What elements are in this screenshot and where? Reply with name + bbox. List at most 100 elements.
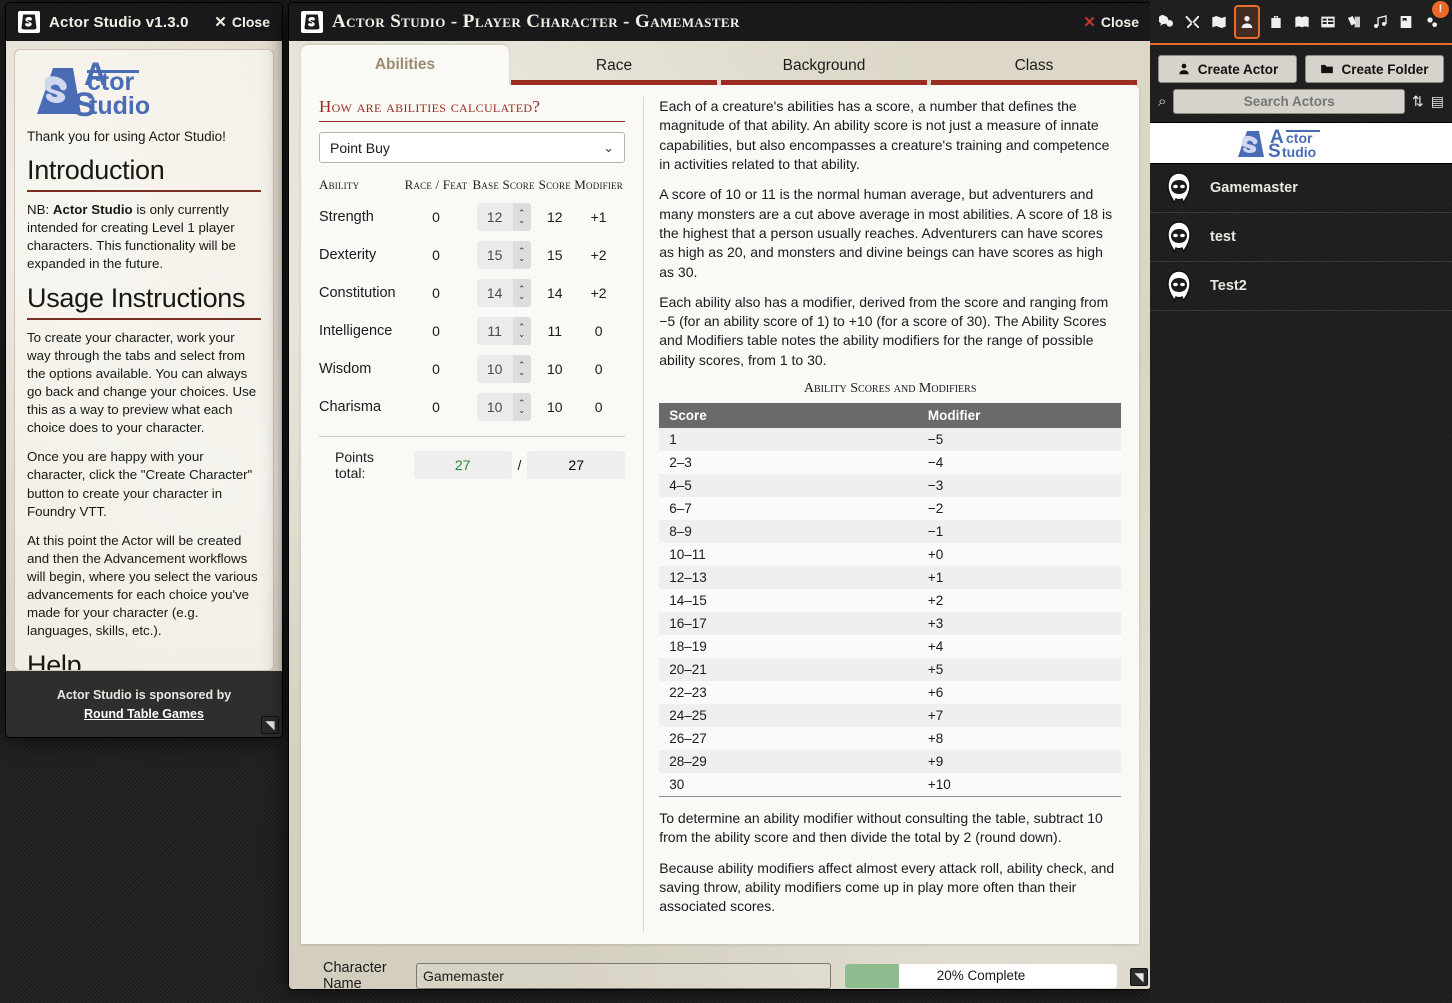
base-score-stepper[interactable]: 10 ⌃ ⌄ (476, 393, 531, 421)
sponsor-link[interactable]: Round Table Games (84, 707, 204, 721)
abilities-panel: How are abilities calculated? Point Buy … (301, 85, 1139, 944)
table-row: 24–25 +7 (659, 704, 1121, 728)
base-score-cell: 10 ⌃ ⌄ (470, 388, 537, 426)
base-score-stepper[interactable]: 15 ⌃ ⌄ (476, 241, 531, 269)
help-window-footer: Actor Studio is sponsored by Round Table… (6, 671, 282, 737)
sidebar-tab-actors-icon[interactable] (1234, 4, 1260, 39)
ability-name: Dexterity (319, 247, 377, 263)
sidebar-tab-scenes-icon[interactable] (1208, 7, 1229, 37)
description-paragraph: Because ability modifiers affect almost … (659, 859, 1115, 915)
actor-studio-wordmark-logo: ctor A tudio S (29, 62, 261, 118)
table-row: 28–29 +9 (659, 750, 1121, 774)
modifier: +5 (927, 662, 944, 678)
stepper-arrows-icon[interactable]: ⌃ ⌄ (512, 203, 531, 231)
actor-studio-help-window: Actor Studio v1.3.0 ✕ Close ctor A tudio… (5, 2, 283, 738)
score-range: 10–11 (669, 547, 706, 563)
sidebar-tab-items-icon[interactable] (1265, 7, 1286, 37)
modifier: +6 (927, 685, 944, 701)
base-score-stepper[interactable]: 14 ⌃ ⌄ (476, 279, 531, 307)
actor-list-item[interactable]: Gamemaster (1150, 164, 1452, 213)
help-window-close-button[interactable]: ✕ Close (214, 14, 270, 30)
folder-icon (1321, 64, 1334, 74)
score-range: 6–7 (669, 501, 692, 517)
base-score-stepper[interactable]: 10 ⌃ ⌄ (476, 355, 531, 383)
points-total-label: Points total: (335, 449, 374, 481)
base-score-cell: 15 ⌃ ⌄ (470, 236, 537, 274)
sidebar-tab-tables-icon[interactable] (1317, 7, 1338, 37)
actor-studio-banner[interactable]: A ctor S tudio (1150, 122, 1452, 164)
svg-text:S: S (73, 86, 96, 118)
how-abilities-calculated-link[interactable]: How are abilities calculated? (319, 97, 625, 122)
ability-name: Wisdom (319, 361, 372, 377)
tab-background[interactable]: Background (719, 57, 929, 85)
tab-class[interactable]: Class (929, 57, 1139, 85)
tab-abilities[interactable]: Abilities (301, 45, 509, 85)
base-score-value: 11 (487, 323, 502, 339)
folder-tree-icon[interactable]: ▤ (1431, 93, 1444, 110)
sidebar-tab-settings-icon[interactable]: ! (1421, 0, 1449, 37)
stepper-arrows-icon[interactable]: ⌃ ⌄ (512, 355, 531, 383)
create-actor-label: Create Actor (1197, 61, 1279, 77)
modifier: +2 (927, 593, 944, 609)
create-folder-button[interactable]: Create Folder (1305, 55, 1444, 83)
score-range: 22–23 (669, 685, 707, 701)
modifier: −5 (927, 432, 944, 448)
base-score-stepper[interactable]: 11 ⌃ ⌄ (476, 317, 531, 345)
sidebar-tab-journal-icon[interactable] (1291, 7, 1312, 37)
base-score-stepper[interactable]: 12 ⌃ ⌄ (476, 203, 531, 231)
create-actor-button[interactable]: Create Actor (1158, 55, 1297, 83)
sidebar-tab-chat-icon[interactable] (1156, 7, 1177, 37)
actors-directory: Create Actor Create Folder ⌕ ⇅ ▤ A ctor … (1150, 45, 1452, 1003)
stepper-arrows-icon[interactable]: ⌃ ⌄ (512, 241, 531, 269)
sidebar-collapse-icon[interactable] (1447, 7, 1452, 37)
modifier: −2 (927, 501, 944, 517)
table-row: 4–5 −3 (659, 474, 1121, 498)
base-score-value: 12 (486, 209, 503, 225)
sidebar-tab-cards-icon[interactable] (1343, 7, 1364, 37)
actor-list-item[interactable]: Test2 (1150, 262, 1452, 311)
modifier: +1 (927, 570, 944, 586)
studio-close-button[interactable]: ✕ Close (1083, 14, 1139, 30)
stepper-arrows-icon[interactable]: ⌃ ⌄ (512, 393, 531, 421)
studio-resize-handle[interactable]: ◥ (1130, 968, 1148, 986)
base-score-value: 10 (486, 361, 503, 377)
ability-name: Charisma (319, 399, 382, 415)
table-row: Constitution 0 14 ⌃ ⌄ 14 +2 (319, 274, 625, 312)
table-row: 1 −5 (659, 428, 1121, 452)
ability-scores-modifiers-table: Score Modifier 1 −5 2–3 −4 4–5 −3 6–7 −2 8–9… (659, 403, 1121, 798)
character-name-label: Character Name (323, 959, 387, 990)
studio-titlebar[interactable]: Actor Studio - Player Character - Gamema… (289, 3, 1151, 41)
roll-method-select[interactable]: Point Buy ⌄ (319, 132, 625, 163)
roll-method-value: Point Buy (330, 139, 390, 156)
table-row: 18–19 +4 (659, 635, 1121, 659)
sidebar-tab-combat-icon[interactable] (1182, 7, 1203, 37)
base-score-cell: 10 ⌃ ⌄ (470, 350, 537, 388)
modifier: +10 (917, 773, 1121, 798)
score-range: 12–13 (669, 570, 707, 586)
col-score: Score (538, 177, 571, 192)
actor-list-item[interactable]: test (1150, 213, 1452, 262)
studio-dialog-title: Actor Studio - Player Character - Gamema… (332, 11, 740, 32)
score-range: 8–9 (669, 524, 692, 540)
help-window-titlebar[interactable]: Actor Studio v1.3.0 ✕ Close (6, 3, 282, 41)
stepper-arrows-icon[interactable]: ⌃ ⌄ (512, 317, 531, 345)
tab-race[interactable]: Race (509, 57, 719, 85)
tab-underline (721, 80, 927, 85)
actor-name: Test2 (1210, 278, 1247, 294)
sponsor-text: Actor Studio is sponsored by (56, 687, 232, 702)
progress-fill (845, 963, 900, 988)
sidebar-tab-playlists-icon[interactable] (1369, 7, 1390, 37)
search-actors-input[interactable] (1173, 89, 1406, 114)
sort-alpha-icon[interactable]: ⇅ (1412, 93, 1424, 110)
base-score-cell: 14 ⌃ ⌄ (470, 274, 537, 312)
sidebar-tab-compendium-icon[interactable] (1395, 7, 1416, 37)
chevron-down-icon: ⌄ (603, 139, 614, 155)
search-icon: ⌕ (1158, 93, 1167, 110)
base-score-value: 14 (486, 285, 503, 301)
character-name-input[interactable]: Gamemaster (416, 962, 831, 989)
scores-table-body: 1 −5 2–3 −4 4–5 −3 6–7 −2 8–9 −1 10–11 +0 12–1… (659, 428, 1121, 798)
stepper-arrows-icon[interactable]: ⌃ ⌄ (512, 279, 531, 307)
modifier: +7 (927, 708, 944, 724)
help-window-resize-handle[interactable]: ◥ (261, 716, 279, 734)
studio-tab-bar: Abilities Race Background Class (301, 41, 1139, 85)
